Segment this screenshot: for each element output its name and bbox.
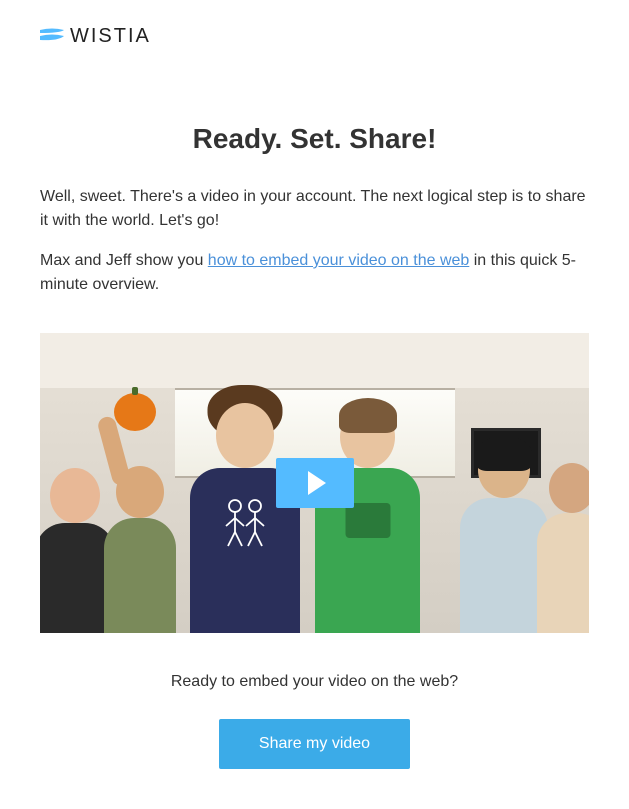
wistia-logo: WISTIA bbox=[40, 25, 589, 48]
page-heading: Ready. Set. Share! bbox=[40, 123, 589, 155]
play-button-icon[interactable] bbox=[276, 458, 354, 508]
intro-paragraph: Well, sweet. There's a video in your acc… bbox=[40, 185, 589, 233]
wistia-logo-text: WISTIA bbox=[70, 25, 151, 48]
cta-prompt: Ready to embed your video on the web? bbox=[40, 673, 589, 691]
body-paragraph: Max and Jeff show you how to embed your … bbox=[40, 249, 589, 297]
share-video-button[interactable]: Share my video bbox=[219, 719, 410, 769]
embed-tutorial-link[interactable]: how to embed your video on the web bbox=[208, 252, 470, 269]
video-thumbnail[interactable] bbox=[40, 333, 589, 633]
wistia-logo-icon bbox=[40, 28, 64, 46]
body-prefix: Max and Jeff show you bbox=[40, 252, 208, 269]
